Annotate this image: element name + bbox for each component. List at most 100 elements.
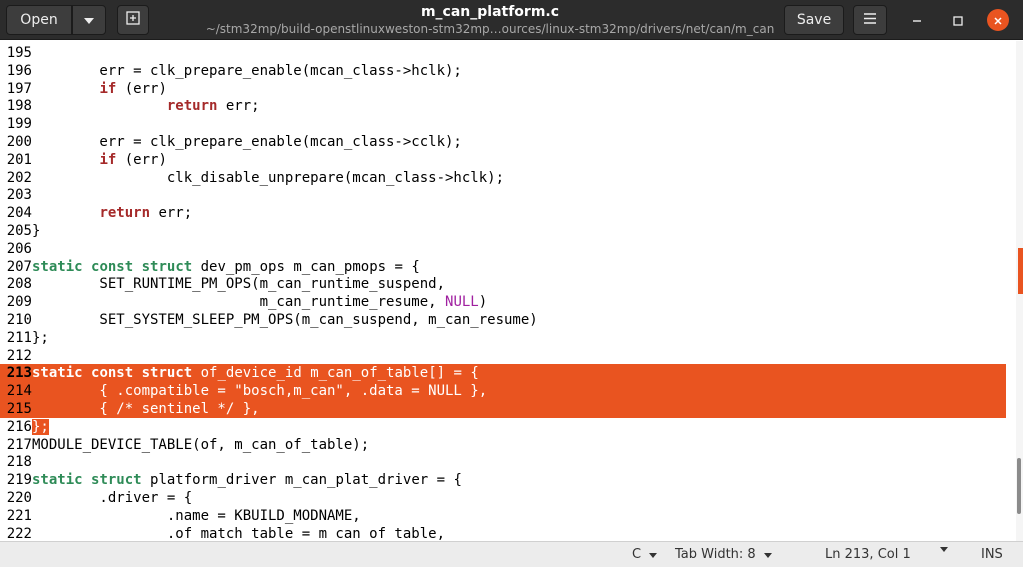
code-line[interactable]: 213static const struct of_device_id m_ca…	[0, 364, 1006, 383]
search-match-marker	[1018, 248, 1023, 294]
scrollbar-thumb[interactable]	[1017, 458, 1021, 514]
position-dropdown[interactable]	[940, 547, 948, 552]
tab-width-selector[interactable]: Tab Width: 8	[675, 547, 772, 563]
line-number: 203	[6, 187, 32, 204]
line-text: err = clk_prepare_enable(mcan_class->hcl…	[32, 63, 461, 79]
code-line[interactable]: 218	[0, 453, 1006, 471]
code-keyword: NULL	[445, 294, 479, 311]
code-line[interactable]: 195	[0, 44, 1006, 62]
maximize-button[interactable]	[947, 9, 969, 31]
code-line[interactable]: 196 err = clk_prepare_enable(mcan_class-…	[0, 62, 1006, 80]
code-line[interactable]: 198 return err;	[0, 97, 1006, 115]
code-line[interactable]: 201 if (err)	[0, 151, 1006, 169]
line-number: 219	[6, 472, 32, 489]
new-document-button[interactable]	[117, 5, 149, 35]
chevron-down-icon	[649, 552, 658, 558]
language-selector[interactable]: C	[632, 547, 658, 563]
code-keyword: return	[99, 205, 151, 222]
code-text: err = clk_prepare_enable(mcan_class->ccl…	[32, 134, 462, 150]
line-text: return err;	[32, 98, 260, 114]
code-text: };	[32, 329, 49, 346]
insert-mode-indicator[interactable]: INS	[981, 547, 1003, 563]
window-title-area: m_can_platform.c ~/stm32mp/build-openstl…	[200, 3, 780, 37]
cursor-position[interactable]: Ln 213, Col 1	[825, 547, 911, 563]
code-line[interactable]: 206	[0, 240, 1006, 258]
code-line[interactable]: 211};	[0, 329, 1006, 347]
code-line[interactable]: 219static struct platform_driver m_can_p…	[0, 471, 1006, 489]
code-text: SET_RUNTIME_PM_OPS(m_can_runtime_suspend…	[32, 276, 446, 293]
chevron-down-icon	[940, 547, 948, 552]
line-number: 222	[6, 525, 32, 541]
line-number: 209	[6, 294, 32, 311]
line-number: 208	[6, 276, 32, 293]
line-number: 198	[6, 98, 32, 115]
code-keyword: if	[99, 151, 117, 168]
code-line[interactable]: 204 return err;	[0, 204, 1006, 222]
line-number: 206	[6, 240, 32, 257]
code-line[interactable]: 210 SET_SYSTEM_SLEEP_PM_OPS(m_can_suspen…	[0, 311, 1006, 329]
code-line[interactable]: 208 SET_RUNTIME_PM_OPS(m_can_runtime_sus…	[0, 275, 1006, 293]
code-text: { /* sentinel */ },	[32, 401, 260, 417]
code-text: m_can_runtime_resume,	[32, 294, 446, 311]
line-text: MODULE_DEVICE_TABLE(of, m_can_of_table);	[32, 437, 369, 453]
code-text: .driver = {	[32, 490, 193, 506]
code-line[interactable]: 205}	[0, 222, 1006, 240]
line-text: .of_match_table = m_can_of_table,	[32, 526, 445, 541]
code-text: MODULE_DEVICE_TABLE(of, m_can_of_table);	[32, 436, 370, 453]
code-line[interactable]: 197 if (err)	[0, 80, 1006, 98]
code-line[interactable]: 215 { /* sentinel */ },	[0, 400, 1006, 418]
code-line[interactable]: 200 err = clk_prepare_enable(mcan_class-…	[0, 133, 1006, 151]
code-line[interactable]: 221 .name = KBUILD_MODNAME,	[0, 507, 1006, 525]
line-number: 204	[6, 205, 32, 222]
code-keyword: struct	[141, 365, 193, 382]
code-text: )	[478, 294, 488, 311]
line-text: .name = KBUILD_MODNAME,	[32, 508, 361, 524]
code-line[interactable]: 212	[0, 347, 1006, 365]
code-line[interactable]: 214 { .compatible = "bosch,m_can", .data…	[0, 382, 1006, 401]
chevron-down-icon	[84, 12, 94, 28]
insert-mode-label: INS	[981, 547, 1003, 562]
line-number: 212	[6, 347, 32, 364]
code-line[interactable]: 203	[0, 186, 1006, 204]
close-button[interactable]	[987, 9, 1009, 31]
code-keyword: static	[32, 472, 83, 489]
minimize-button[interactable]	[906, 9, 928, 31]
open-button[interactable]: Open	[6, 5, 72, 35]
line-text: m_can_runtime_resume, NULL)	[32, 294, 488, 311]
main-menu-button[interactable]	[853, 5, 887, 35]
line-number: 215	[6, 401, 32, 417]
code-line[interactable]: 202 clk_disable_unprepare(mcan_class->hc…	[0, 169, 1006, 187]
code-keyword: static	[32, 258, 83, 275]
code-line[interactable]: 217MODULE_DEVICE_TABLE(of, m_can_of_tabl…	[0, 436, 1006, 454]
code-line[interactable]: 207static const struct dev_pm_ops m_can_…	[0, 258, 1006, 276]
code-line[interactable]: 209 m_can_runtime_resume, NULL)	[0, 293, 1006, 311]
open-dropdown-button[interactable]	[72, 5, 106, 35]
line-text: { /* sentinel */ },	[32, 401, 260, 417]
window-title: m_can_platform.c	[420, 4, 560, 20]
code-keyword: const	[91, 258, 134, 275]
line-text: if (err)	[32, 81, 166, 97]
code-text: SET_SYSTEM_SLEEP_PM_OPS(m_can_suspend, m…	[32, 312, 538, 328]
code-text: platform_driver m_can_plat_driver = {	[141, 472, 462, 489]
open-button-label: Open	[20, 12, 58, 28]
status-bar: C Tab Width: 8 Ln 213, Col 1 INS	[0, 541, 1023, 567]
line-text: SET_RUNTIME_PM_OPS(m_can_runtime_suspend…	[32, 276, 445, 292]
line-text: static struct platform_driver m_can_plat…	[32, 472, 462, 488]
code-text: }	[32, 223, 41, 239]
code-keyword: static	[32, 365, 83, 382]
save-button[interactable]: Save	[784, 5, 844, 35]
code-line[interactable]: 222 .of_match_table = m_can_of_table,	[0, 525, 1006, 541]
code-text: (err)	[116, 151, 167, 168]
code-editor[interactable]: 195 196 err = clk_prepare_enable(mcan_cla…	[0, 41, 1023, 541]
code-line[interactable]: 220 .driver = {	[0, 489, 1006, 507]
code-line[interactable]: 216};	[0, 418, 1006, 436]
save-button-label: Save	[796, 12, 832, 28]
line-number: 220	[6, 490, 32, 506]
code-line[interactable]: 199	[0, 115, 1006, 133]
line-number: 213	[6, 365, 32, 382]
close-icon	[993, 11, 1003, 30]
